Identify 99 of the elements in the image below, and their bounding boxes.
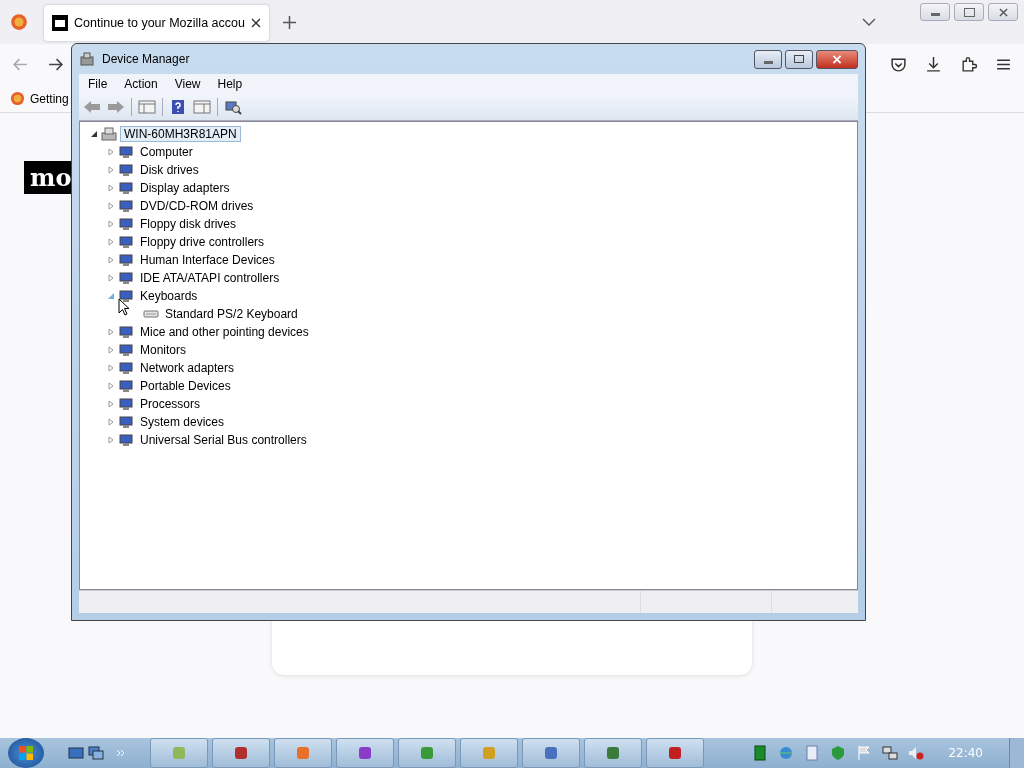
tree-item[interactable]: Monitors xyxy=(137,343,189,357)
help-icon[interactable] xyxy=(169,99,187,115)
app-icon xyxy=(667,745,683,761)
device-icon xyxy=(118,270,134,286)
document-icon[interactable] xyxy=(804,745,821,761)
app-icon xyxy=(295,745,311,761)
app-icon xyxy=(605,745,621,761)
tree-item[interactable]: Portable Devices xyxy=(137,379,234,393)
taskbar-button[interactable] xyxy=(398,738,456,768)
menu-item[interactable]: File xyxy=(88,77,108,91)
globe-icon[interactable] xyxy=(778,745,795,761)
mouse-cursor-icon xyxy=(118,298,130,316)
tree-item[interactable]: Network adapters xyxy=(137,361,238,375)
download-icon[interactable] xyxy=(925,56,942,73)
new-tab-icon[interactable] xyxy=(282,15,296,29)
windows-logo-icon xyxy=(18,745,34,761)
device-icon xyxy=(118,252,134,268)
device-icon xyxy=(118,180,134,196)
taskbar-button[interactable] xyxy=(522,738,580,768)
expand-arrow-icon[interactable] xyxy=(90,130,98,138)
tree-item[interactable]: System devices xyxy=(137,415,228,429)
properties-icon[interactable] xyxy=(193,99,211,115)
menu-item[interactable]: View xyxy=(174,77,201,91)
device-icon xyxy=(118,342,134,358)
back-icon[interactable] xyxy=(12,56,29,73)
device-icon xyxy=(118,198,134,214)
device-icon xyxy=(118,432,134,448)
device-icon xyxy=(118,414,134,430)
bookmark-link[interactable]: Getting xyxy=(10,91,69,106)
close-icon xyxy=(832,54,842,64)
device-icon xyxy=(118,234,134,250)
menu-item[interactable]: Action xyxy=(124,77,158,91)
device-icon xyxy=(118,144,134,160)
site-icon xyxy=(52,15,68,31)
tree-item[interactable]: Keyboards xyxy=(137,289,201,303)
close-button[interactable] xyxy=(988,3,1018,21)
taskbar-button[interactable] xyxy=(212,738,270,768)
tray-icon[interactable] xyxy=(752,745,769,761)
tree-item[interactable]: Processors xyxy=(137,397,204,411)
device-icon xyxy=(118,360,134,376)
device-icon xyxy=(118,396,134,412)
device-icon xyxy=(118,324,134,340)
desktop-icon[interactable] xyxy=(68,745,84,761)
tree-item[interactable]: DVD/CD-ROM drives xyxy=(137,199,257,213)
app-icon xyxy=(481,745,497,761)
app-icon xyxy=(233,745,249,761)
tree-item[interactable]: Human Interface Devices xyxy=(137,253,278,267)
taskbar-button[interactable] xyxy=(274,738,332,768)
app-icon xyxy=(171,745,187,761)
app-icon xyxy=(419,745,435,761)
pocket-icon[interactable] xyxy=(890,56,907,73)
tree-item[interactable]: Mice and other pointing devices xyxy=(137,325,312,339)
tree-item[interactable]: WIN-60MH3R81APN xyxy=(120,126,241,142)
tree-item[interactable]: IDE ATA/ATAPI controllers xyxy=(137,271,283,285)
speaker-muted-icon[interactable] xyxy=(908,745,925,761)
close-button[interactable] xyxy=(816,49,858,69)
network-icon[interactable] xyxy=(882,745,899,761)
window-title: Device Manager xyxy=(102,52,190,66)
close-icon xyxy=(998,7,1008,17)
taskbar-button[interactable] xyxy=(584,738,642,768)
browser-logo-icon xyxy=(10,91,25,106)
taskbar-button[interactable] xyxy=(646,738,704,768)
tree-item[interactable]: Disk drives xyxy=(137,163,202,177)
show-desktop-button[interactable] xyxy=(1009,738,1024,768)
forward-icon[interactable] xyxy=(47,56,64,73)
browser-tab[interactable]: Continue to your Mozilla accou xyxy=(44,5,269,41)
puzzle-icon[interactable] xyxy=(960,56,977,73)
restore-button[interactable] xyxy=(954,3,984,21)
tree-item[interactable]: Floppy disk drives xyxy=(137,217,240,231)
tree-item[interactable]: Display adapters xyxy=(137,181,233,195)
chevron-down-icon[interactable] xyxy=(862,18,876,26)
device-manager-icon xyxy=(79,51,95,67)
shield-icon[interactable] xyxy=(830,745,847,761)
device-icon xyxy=(118,288,134,304)
close-icon[interactable] xyxy=(250,18,261,28)
taskbar-button[interactable] xyxy=(460,738,518,768)
tree-item[interactable]: Computer xyxy=(137,145,196,159)
tree-item[interactable]: Universal Serial Bus controllers xyxy=(137,433,310,447)
minimize-button[interactable] xyxy=(920,3,950,21)
console-tree-icon[interactable] xyxy=(138,99,156,115)
scan-hardware-icon[interactable] xyxy=(224,99,242,115)
window-switch-icon[interactable] xyxy=(88,745,104,761)
taskbar-button[interactable] xyxy=(336,738,394,768)
maximize-button[interactable] xyxy=(785,49,813,69)
start-button[interactable] xyxy=(8,738,44,768)
chevron-right-icon[interactable] xyxy=(116,749,126,757)
app-icon xyxy=(543,745,559,761)
device-icon xyxy=(118,162,134,178)
menu-icon[interactable] xyxy=(995,56,1012,73)
browser-logo-icon[interactable] xyxy=(10,13,28,31)
tree-item[interactable]: Floppy drive controllers xyxy=(137,235,268,249)
device-icon xyxy=(118,378,134,394)
taskbar-button[interactable] xyxy=(150,738,208,768)
menu-item[interactable]: Help xyxy=(217,77,243,91)
back-icon[interactable] xyxy=(83,99,101,115)
tree-item[interactable]: Standard PS/2 Keyboard xyxy=(162,307,301,321)
device-icon xyxy=(118,216,134,232)
app-icon xyxy=(357,745,373,761)
minimize-button[interactable] xyxy=(754,49,782,69)
